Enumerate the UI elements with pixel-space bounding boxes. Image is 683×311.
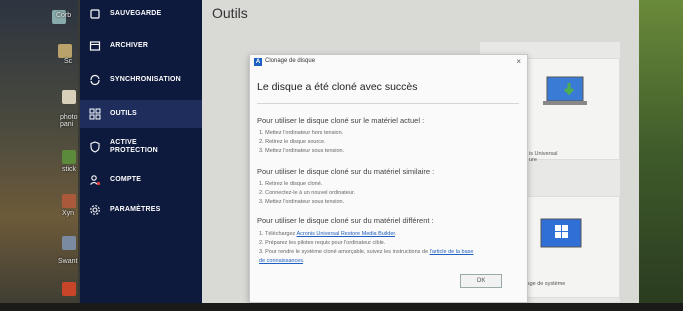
dialog-divider [257,103,519,104]
instruction-line: 1. Retirez le disque cloné. [259,181,323,187]
shield-icon [80,141,110,153]
desktop-shortcut-icon[interactable] [62,236,76,250]
acronis-app-icon: A [254,58,262,66]
desktop-shortcut-icon[interactable] [62,282,76,296]
tool-card-system-clean[interactable]: tage de système [520,196,620,298]
sidebar-item-sync[interactable]: SYNCHRONISATION [80,66,202,94]
desktop-shortcut-icon[interactable] [62,150,76,164]
sidebar-item-active-protection[interactable]: ACTIVE PROTECTION [80,132,202,162]
desktop-label: Swant [58,258,78,265]
instruction-line: 2. Préparez les pilotes requis pour l'or… [259,240,386,246]
sidebar-item-label: ARCHIVER [110,42,149,49]
knowledge-base-link[interactable]: de connaissances [259,258,303,264]
instruction-text: 1. Téléchargez [259,231,297,237]
desktop-background: Corb Sc photo pani stick Xyn Swant [0,0,78,311]
instruction-text: . [394,231,397,237]
laptop-icon [541,73,591,118]
tool-card-universal-restore[interactable]: is Universal ure [520,58,620,163]
section-heading: Pour utiliser le disque cloné sur du mat… [257,167,435,176]
dialog-window-title: Clonage de disque [265,58,316,64]
desktop-shortcut-icon[interactable] [62,90,76,104]
instruction-line: 3. Pour rendre le système cloné amorçabl… [259,249,473,255]
desktop-label: Xyn [62,210,75,217]
tool-card-label: tage de système [525,281,566,287]
archive-icon [80,40,110,52]
account-icon [80,174,110,186]
sidebar-item-account[interactable]: COMPTE [80,166,202,194]
instruction-line: 1. Mettez l'ordinateur hors tension. [259,130,344,136]
instruction-line: 2. Connectez-le à un nouvel ordinateur. [259,190,356,196]
desktop-shortcut-icon[interactable] [58,44,72,58]
instruction-text: 3. Pour rendre le système cloné amorçabl… [259,249,430,255]
close-icon[interactable]: × [516,58,521,66]
sync-icon [80,74,110,86]
instruction-text: . [303,258,305,264]
sidebar-item-label: SAUVEGARDE [110,10,162,17]
instruction-line: 3. Mettez l'ordinateur sous tension. [259,199,345,205]
desktop-shortcut-icon[interactable] [62,194,76,208]
universal-restore-link[interactable]: Acronis Universal Restore Media Builder [297,231,395,237]
monitor-bezel [0,303,683,311]
sidebar-item-settings[interactable]: PARAMÈTRES [80,196,202,224]
backup-icon [80,8,110,20]
sidebar-item-label: SYNCHRONISATION [110,76,181,83]
sidebar-item-tools[interactable]: OUTILS [80,100,202,128]
instruction-line: de connaissances. [259,258,305,264]
sidebar: SAUVEGARDE ARCHIVER SYNCHRONISATION OUTI… [80,0,202,311]
desktop-label: stick [62,166,76,173]
sidebar-item-backup[interactable]: SAUVEGARDE [80,0,202,28]
instruction-line: 2. Retirez le disque source. [259,139,326,145]
clone-disk-dialog: A Clonage de disque × Le disque a été cl… [249,54,528,303]
sidebar-item-archive[interactable]: ARCHIVER [80,32,202,60]
sidebar-item-label: ACTIVE PROTECTION [110,139,158,154]
dialog-titlebar: A Clonage de disque × [250,55,527,69]
sidebar-item-label: PARAMÈTRES [110,206,161,213]
tools-icon [80,108,110,120]
dialog-heading: Le disque a été cloné avec succès [257,81,418,93]
page-title: Outils [212,5,248,21]
section-heading: Pour utiliser le disque cloné sur du mat… [257,216,434,225]
instruction-line: 3. Mettez l'ordinateur sous tension. [259,148,345,154]
sidebar-item-label: COMPTE [110,176,142,183]
sidebar-item-label: OUTILS [110,110,137,117]
settings-icon [80,204,110,216]
windows-icon [537,217,587,258]
desktop-label: Corb [56,12,72,19]
section-heading: Pour utiliser le disque cloné sur le mat… [257,116,425,125]
tool-card-label: is Universal ure [529,151,558,163]
knowledge-base-link[interactable]: l'article de la base [430,249,474,255]
desktop-label: photo pani [60,114,78,128]
ok-button[interactable]: OK [460,274,502,288]
instruction-line: 1. Téléchargez Acronis Universal Restore… [259,231,396,237]
desktop-label: Sc [64,58,73,65]
background-strip [639,0,683,311]
